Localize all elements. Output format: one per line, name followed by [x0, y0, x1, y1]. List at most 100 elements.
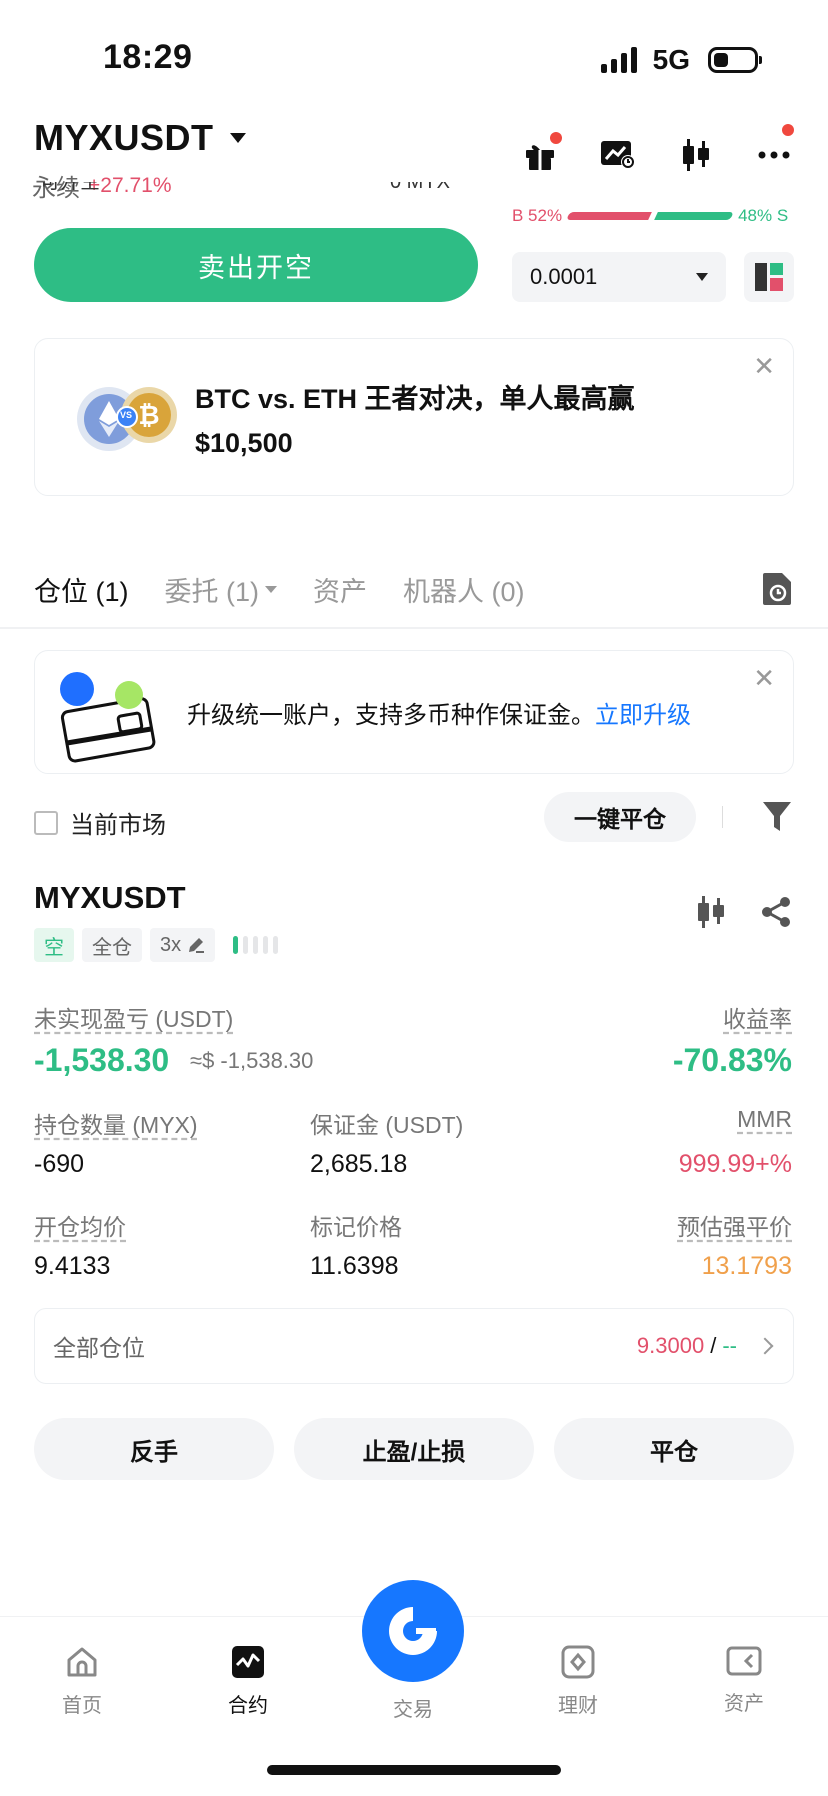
caret-down-icon	[229, 133, 246, 143]
margin-mode-tag: 全仓	[82, 928, 142, 962]
nav-earn[interactable]: 理财	[528, 1645, 628, 1718]
size-value: -690	[34, 1150, 85, 1178]
all-positions-label: 全部仓位	[53, 1335, 145, 1361]
available-value: 0 MYX	[389, 182, 450, 193]
wallet-icon	[726, 1646, 762, 1676]
buy-ratio-bar	[566, 212, 652, 220]
tab-bots[interactable]: 机器人 (0)	[403, 570, 525, 609]
mark-price-label: 标记价格	[310, 1214, 402, 1240]
adl-indicator	[233, 936, 279, 954]
roe-label: 收益率	[723, 1006, 792, 1032]
side-tag: 空	[34, 928, 74, 962]
pair-title: MYXUSDT	[34, 117, 214, 158]
position-tabs: 仓位 (1) 委托 (1) 资产 机器人 (0)	[34, 570, 525, 609]
position-symbol: MYXUSDT	[34, 880, 186, 915]
tab-assets[interactable]: 资产	[313, 570, 367, 609]
tab-label: 仓位 (1)	[34, 577, 129, 607]
take-profit-value: 9.3000	[636, 1333, 705, 1358]
available-cutoff: 可开空 0 MYX	[40, 182, 480, 196]
promo-text: BTC vs. ETH 王者对决，单人最高赢 $10,500	[195, 377, 635, 465]
all-positions-tpsl-row[interactable]: 全部仓位 9.3000 / --	[34, 1308, 794, 1384]
header-actions	[522, 124, 794, 172]
unrealized-pnl-approx: ≈$ -1,538.30	[190, 1048, 314, 1073]
coins-illustration: ₿ VS	[71, 379, 181, 459]
tab-orders[interactable]: 委托 (1)	[165, 570, 277, 609]
close-all-button[interactable]: 一键平仓	[544, 792, 696, 842]
edit-icon	[189, 938, 205, 953]
upgrade-message: 升级统一账户，支持多币种作保证金。	[187, 702, 595, 729]
tab-positions[interactable]: 仓位 (1)	[34, 570, 129, 609]
liq-price-label: 预估强平价	[677, 1214, 792, 1240]
more-icon[interactable]	[756, 124, 794, 172]
unrealized-pnl-label: 未实现盈亏 (USDT)	[34, 1006, 234, 1032]
chart-alert-icon[interactable]	[600, 138, 636, 172]
mmr-value: 999.99+%	[678, 1150, 792, 1178]
candlestick-icon[interactable]	[678, 138, 714, 172]
current-market-checkbox[interactable]	[34, 810, 58, 835]
leverage-tag[interactable]: 3x	[150, 928, 216, 962]
tpsl-button[interactable]: 止盈/止损	[294, 1418, 534, 1480]
close-icon[interactable]: ✕	[753, 353, 775, 379]
reverse-button[interactable]: 反手	[34, 1418, 274, 1480]
promo-banner[interactable]: ₿ VS BTC vs. ETH 王者对决，单人最高赢 $10,500 ✕	[34, 338, 794, 496]
svg-text:₿: ₿	[138, 401, 159, 431]
promo-title: BTC vs. ETH 王者对决，单人最高赢	[195, 384, 635, 414]
status-time: 18:29	[103, 38, 193, 76]
precision-select[interactable]: 0.0001	[512, 252, 726, 302]
position-action-buttons: 反手 止盈/止损 平仓	[34, 1418, 794, 1480]
buy-sell-ratio: B 52% 48% S	[512, 206, 794, 226]
tpsl-values: 9.3000 / --	[636, 1333, 774, 1359]
order-history-icon[interactable]	[762, 572, 792, 611]
home-icon	[67, 1647, 97, 1677]
nav-label: 首页	[62, 1695, 102, 1717]
nav-label: 资产	[724, 1693, 764, 1715]
gift-icon[interactable]	[522, 132, 562, 172]
available-label: 可开空	[40, 182, 100, 193]
status-indicators: 5G	[600, 44, 762, 76]
close-icon[interactable]: ✕	[753, 665, 775, 691]
orderbook-layout-button[interactable]	[744, 252, 794, 302]
nav-futures[interactable]: 合约	[198, 1645, 298, 1718]
nav-assets[interactable]: 资产	[694, 1645, 794, 1716]
share-icon[interactable]	[760, 896, 792, 933]
upgrade-link[interactable]: 立即升级	[595, 702, 691, 729]
roe-value: -70.83%	[672, 1042, 792, 1078]
current-market-filter[interactable]: 当前市场	[34, 805, 166, 840]
layout-icon	[755, 263, 783, 291]
nav-label: 理财	[558, 1695, 598, 1717]
upgrade-banner: 升级统一账户，支持多币种作保证金。立即升级 ✕	[34, 650, 794, 774]
home-indicator	[267, 1765, 561, 1775]
filter-icon[interactable]	[762, 800, 792, 837]
stop-loss-value: --	[722, 1333, 737, 1358]
entry-price-label: 开仓均价	[34, 1214, 126, 1240]
sell-ratio: 48% S	[738, 206, 789, 225]
unrealized-pnl-value: -1,538.30	[34, 1042, 170, 1078]
tabs-divider	[0, 627, 828, 629]
position-tags: 空 全仓 3x	[34, 928, 279, 962]
margin-value: 2,685.18	[310, 1150, 408, 1178]
tab-label: 资产	[313, 577, 367, 607]
vs-badge: VS	[120, 410, 133, 420]
buy-ratio: B 52%	[512, 206, 563, 225]
promo-amount: $10,500	[195, 428, 293, 458]
pair-selector[interactable]: MYXUSDT	[34, 117, 246, 159]
tpsl-separator: /	[710, 1333, 717, 1358]
candlestick-icon[interactable]	[696, 896, 726, 933]
nav-label: 合约	[228, 1695, 268, 1717]
caret-down-icon	[265, 586, 277, 593]
close-position-button[interactable]: 平仓	[554, 1418, 794, 1480]
nav-home[interactable]: 首页	[32, 1645, 132, 1718]
sell-ratio-bar	[654, 212, 734, 220]
futures-icon	[232, 1646, 264, 1678]
chevron-right-icon	[756, 1337, 774, 1355]
sell-short-button[interactable]: 卖出开空	[34, 228, 478, 302]
battery-icon	[708, 47, 762, 73]
size-label: 持仓数量 (MYX)	[34, 1112, 198, 1138]
mark-price-value: 11.6398	[310, 1252, 399, 1280]
liq-price-value: 13.1793	[701, 1252, 792, 1280]
trade-fab-button[interactable]	[362, 1580, 464, 1682]
position-actions	[696, 896, 792, 933]
precision-value: 0.0001	[530, 264, 598, 289]
filter-separator	[722, 806, 723, 828]
tab-label: 机器人 (0)	[403, 577, 525, 607]
